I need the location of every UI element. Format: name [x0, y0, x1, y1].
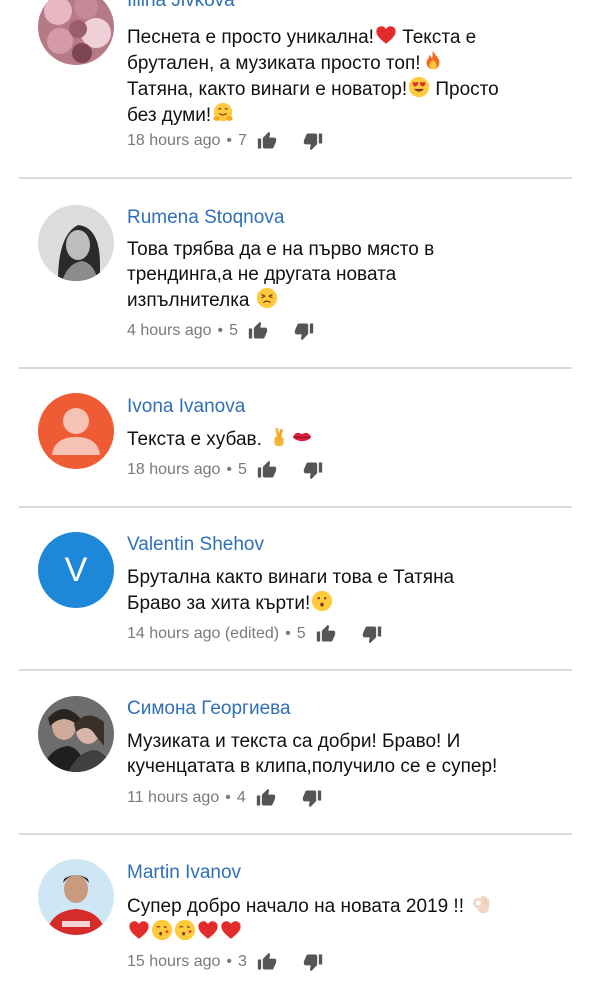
comment-time: 18 hours ago	[127, 132, 221, 149]
comment-time: 14 hours ago (edited)	[127, 625, 280, 642]
meta-separator: •	[226, 953, 233, 970]
like-button[interactable]	[257, 952, 277, 972]
avatar[interactable]	[38, 0, 114, 65]
like-button[interactable]	[257, 131, 277, 151]
comment-meta: 18 hours ago • 5	[127, 460, 323, 480]
letter-avatar-icon: V	[65, 551, 88, 589]
crossed-fingers-icon	[268, 426, 290, 448]
dislike-button[interactable]	[294, 321, 314, 341]
like-count: 7	[238, 132, 247, 149]
avatar[interactable]: V	[38, 532, 114, 608]
hugging-face-icon	[212, 102, 234, 124]
meta-separator: •	[226, 461, 233, 478]
persevering-face-icon	[256, 287, 278, 309]
svg-text:V: V	[65, 551, 88, 589]
meta-separator: •	[217, 322, 224, 339]
thumb-up-icon	[248, 321, 268, 341]
thumb-up-icon	[256, 788, 276, 808]
comment-text: Това трябва да е на първо място в тренди…	[127, 239, 435, 311]
comment-time: 15 hours ago	[127, 953, 221, 970]
dislike-button[interactable]	[303, 131, 323, 151]
thumb-down-icon	[294, 321, 314, 341]
like-count: 5	[229, 322, 239, 339]
divider	[19, 669, 572, 671]
divider	[19, 367, 572, 369]
thumb-down-icon	[303, 131, 323, 151]
man-photo-icon	[38, 859, 114, 935]
divider	[19, 506, 572, 508]
thumb-down-icon	[303, 952, 323, 972]
like-count: 5	[238, 461, 247, 478]
dislike-button[interactable]	[302, 788, 322, 808]
default-person-icon	[52, 408, 100, 455]
comment-author[interactable]: Iliina Jivkova	[127, 0, 235, 12]
face-blowing-kiss-icon	[174, 919, 196, 941]
comment-time: 18 hours ago	[127, 461, 221, 478]
avatar[interactable]	[38, 696, 114, 772]
thumb-up-icon	[257, 460, 277, 480]
meta-separator: •	[226, 132, 233, 149]
divider	[19, 177, 572, 179]
comment-author[interactable]: Ivona Ivanova	[127, 396, 245, 418]
comment-author[interactable]: Martin Ivanov	[127, 862, 241, 884]
comment-meta: 11 hours ago • 4	[127, 788, 322, 808]
comment-text: Супер добро начало на новата 2019 !!	[127, 893, 567, 945]
comment-time: 11 hours ago	[127, 789, 220, 806]
thumb-down-icon	[303, 460, 323, 480]
comment-meta: 18 hours ago • 7	[127, 131, 323, 151]
thumb-up-icon	[257, 952, 277, 972]
like-count: 4	[236, 789, 246, 806]
kissing-face-icon	[311, 590, 333, 612]
like-button[interactable]	[256, 788, 276, 808]
comment-meta: 14 hours ago (edited) • 5	[127, 624, 382, 644]
face-blowing-kiss-icon	[151, 919, 173, 941]
comment-meta: 15 hours ago • 3	[127, 952, 323, 972]
dislike-button[interactable]	[303, 952, 323, 972]
heart-eyes-icon	[408, 76, 430, 98]
comment-time: 4 hours ago	[127, 322, 212, 339]
meta-separator: •	[285, 625, 291, 642]
comment-author[interactable]: Rumena Stoqnova	[127, 207, 284, 229]
thumb-up-icon	[316, 624, 336, 644]
red-heart-icon	[197, 919, 219, 941]
red-heart-icon	[220, 919, 242, 941]
thumb-up-icon	[257, 131, 277, 151]
comment-meta: 4 hours ago • 5	[127, 321, 314, 341]
red-heart-icon	[128, 919, 150, 941]
avatar[interactable]	[38, 393, 114, 469]
comment-author[interactable]: Valentin Shehov	[127, 534, 264, 556]
comment-text: Музиката и текста са добри! Браво! И куч…	[127, 731, 498, 777]
ok-hand-icon	[470, 893, 492, 915]
red-heart-icon	[375, 24, 397, 46]
comment-author[interactable]: Симона Георгиева	[127, 698, 291, 720]
woman-photo-icon	[38, 205, 114, 281]
couple-photo-icon	[38, 696, 114, 772]
dislike-button[interactable]	[303, 460, 323, 480]
kiss-mark-icon	[291, 426, 313, 448]
fire-icon	[422, 50, 444, 72]
like-count: 3	[238, 953, 247, 970]
avatar[interactable]	[38, 205, 114, 281]
like-button[interactable]	[257, 460, 277, 480]
comment-text: Брутална както винаги това е Татяна Брав…	[127, 567, 455, 614]
meta-separator: •	[225, 789, 231, 806]
like-button[interactable]	[248, 321, 268, 341]
like-count: 5	[296, 625, 306, 642]
divider	[19, 833, 572, 835]
thumb-down-icon	[302, 788, 322, 808]
avatar[interactable]	[38, 859, 114, 935]
comment-text: Текста е хубав.	[127, 426, 567, 452]
thumb-down-icon	[362, 624, 382, 644]
like-button[interactable]	[316, 624, 336, 644]
dislike-button[interactable]	[362, 624, 382, 644]
comment-text: Песнета е просто уникална! Текста е брут…	[127, 24, 567, 128]
flowers-photo-icon	[38, 0, 114, 65]
